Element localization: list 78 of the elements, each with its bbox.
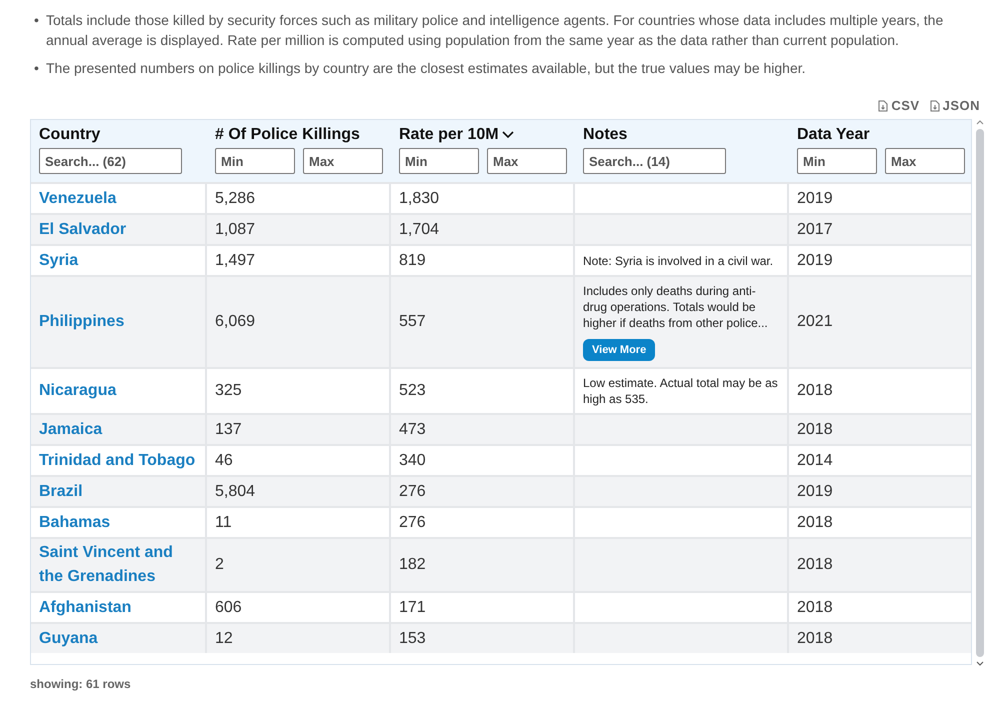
table-cell: 819 [399, 252, 426, 270]
filter-field[interactable]: Search... (62) [39, 148, 182, 174]
note-text: The presented numbers on police killings by country are the closest estimates available, but the true values may be higher. [46, 59, 806, 78]
bullet: • [34, 59, 40, 78]
table-cell: 2018 [797, 382, 833, 400]
table-cell: 2019 [797, 482, 833, 500]
country-link[interactable]: Jamaica [39, 418, 102, 442]
download-link[interactable]: CSV [878, 98, 920, 113]
table-cell: 5,286 [215, 190, 256, 208]
note-cell: Low estimate. Actual total may be as high as 535. [583, 375, 779, 407]
table-cell: 2018 [797, 514, 833, 532]
table-cell: 5,804 [215, 482, 256, 500]
country-link[interactable]: Trinidad and Tobago [39, 448, 196, 472]
table-cell: 46 [215, 452, 233, 470]
note-cell-text: Includes only deaths during anti-drug operations. Totals would be higher if deaths from other police... [583, 283, 769, 331]
table-cell: 2018 [797, 420, 833, 438]
table-cell: 1,087 [215, 220, 256, 238]
table-cell: 1,830 [399, 190, 440, 208]
table-cell: 523 [399, 382, 426, 400]
country-link[interactable]: Nicaragua [39, 379, 116, 403]
table-cell: 2019 [797, 252, 833, 270]
country-link[interactable]: Saint Vincent and the Grenadines [39, 541, 197, 589]
country-link[interactable]: Bahamas [39, 510, 110, 534]
filter-field[interactable]: Max [885, 148, 965, 174]
table-cell: 153 [399, 630, 426, 648]
table-cell: 137 [215, 420, 242, 438]
table-cell: 2018 [797, 556, 833, 574]
filter-field[interactable]: Search... (14) [583, 148, 726, 174]
column-header[interactable]: # Of Police Killings [215, 126, 383, 144]
table-cell: 1,704 [399, 220, 440, 238]
column-header[interactable]: Data Year [797, 126, 965, 144]
note-cell: Note: Syria is involved in a civil war. [583, 252, 774, 268]
filter-field[interactable]: Min [399, 148, 479, 174]
table-cell: 276 [399, 482, 426, 500]
scrollbar[interactable] [973, 119, 986, 667]
table-cell: 2021 [797, 313, 833, 331]
file-download-icon [930, 100, 940, 112]
filter-field[interactable]: Max [487, 148, 567, 174]
table-cell: 182 [399, 556, 426, 574]
table-cell: 12 [215, 630, 233, 648]
table-cell: 6,069 [215, 313, 256, 331]
table-cell: 325 [215, 382, 242, 400]
scroll-up-icon[interactable] [976, 119, 984, 125]
table-cell: 2019 [797, 190, 833, 208]
country-link[interactable]: Philippines [39, 310, 124, 334]
file-download-icon [878, 100, 888, 112]
scroll-down-icon[interactable] [976, 661, 984, 667]
bullet: • [34, 11, 40, 30]
download-link[interactable]: JSON [930, 98, 980, 113]
table-cell: 1,497 [215, 252, 256, 270]
table-cell: 2 [215, 556, 224, 574]
country-link[interactable]: Afghanistan [39, 596, 132, 620]
filter-field[interactable]: Max [303, 148, 383, 174]
table-cell: 606 [215, 598, 242, 616]
table-cell: 171 [399, 598, 426, 616]
country-link[interactable]: Guyana [39, 626, 98, 650]
country-link[interactable]: El Salvador [39, 218, 126, 242]
table-cell: 557 [399, 313, 426, 331]
table-cell: 2017 [797, 220, 833, 238]
table-cell: 473 [399, 420, 426, 438]
table-cell: 276 [399, 514, 426, 532]
column-header[interactable]: Country [39, 126, 199, 144]
column-header[interactable]: Rate per 10M [399, 126, 567, 144]
column-header[interactable]: Notes [583, 126, 781, 144]
table-cell: 2018 [797, 630, 833, 648]
table-cell: 2018 [797, 598, 833, 616]
filter-field[interactable]: Min [797, 148, 877, 174]
view-more-button[interactable]: View More [583, 339, 656, 361]
country-link[interactable]: Syria [39, 248, 78, 272]
note-text: Totals include those killed by security forces such as military police and intelligence agents. For countries whose data includes multiple years, the annual average is displayed. Rate per million is computed using population from the same year as the data rather than current population. [46, 11, 944, 50]
table-cell: 2014 [797, 452, 833, 470]
country-link[interactable]: Venezuela [39, 186, 116, 210]
chevron-down-icon [502, 131, 514, 139]
table-cell: 11 [215, 514, 232, 532]
table-cell: 340 [399, 452, 426, 470]
filter-field[interactable]: Min [215, 148, 295, 174]
country-link[interactable]: Brazil [39, 480, 83, 504]
row-count: showing: 61 rows [30, 676, 132, 691]
